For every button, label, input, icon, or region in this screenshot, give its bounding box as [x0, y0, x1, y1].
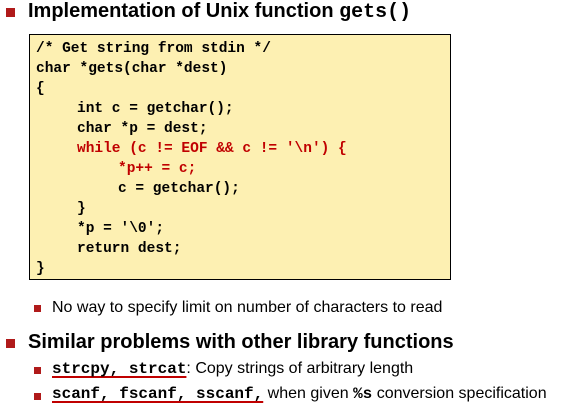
heading1-bullet-icon [6, 8, 15, 17]
heading1: Implementation of Unix function gets() [28, 0, 411, 24]
heading2: Similar problems with other library func… [28, 331, 454, 353]
sub1-bullet-icon [34, 305, 41, 312]
code-line-2: char *gets(char *dest) [36, 61, 228, 77]
code-line-8: c = getchar(); [118, 181, 240, 197]
sub2: strcpy, strcat: Copy strings of arbitrar… [52, 360, 413, 378]
sub3-text-before: when given [263, 385, 354, 402]
code-line-11: return dest; [77, 241, 182, 257]
sub2-text: : Copy strings of arbitrary length [186, 360, 414, 377]
code-line-12: } [36, 261, 45, 277]
sub3-code2: %s [353, 385, 373, 403]
code-line-10: *p = '\0'; [77, 221, 165, 237]
heading2-bullet-icon [6, 339, 15, 348]
sub1-text: No way to specify limit on number of cha… [52, 299, 443, 316]
code-line-3: { [36, 81, 45, 97]
sub3: scanf, fscanf, sscanf, when given %s con… [52, 385, 547, 403]
sub3-bullet-icon [34, 393, 41, 400]
code-line-9: } [77, 201, 86, 217]
code-line-6: while (c != EOF && c != '\n') { [77, 141, 347, 157]
code-line-5: char *p = dest; [77, 121, 208, 137]
sub2-code: strcpy, strcat [52, 360, 187, 378]
sub3-text-after: conversion specification [372, 385, 547, 402]
code-box: /* Get string from stdin */ char *gets(c… [29, 34, 451, 280]
code-line-4: int c = getchar(); [77, 101, 234, 117]
code-line-7: *p++ = c; [118, 161, 197, 177]
sub3-code: scanf, fscanf, sscanf, [52, 385, 264, 403]
heading1-code: gets() [339, 1, 412, 24]
code-line-1: /* Get string from stdin */ [36, 41, 271, 57]
sub2-bullet-icon [34, 367, 41, 374]
heading1-text: Implementation of Unix function [28, 0, 340, 22]
